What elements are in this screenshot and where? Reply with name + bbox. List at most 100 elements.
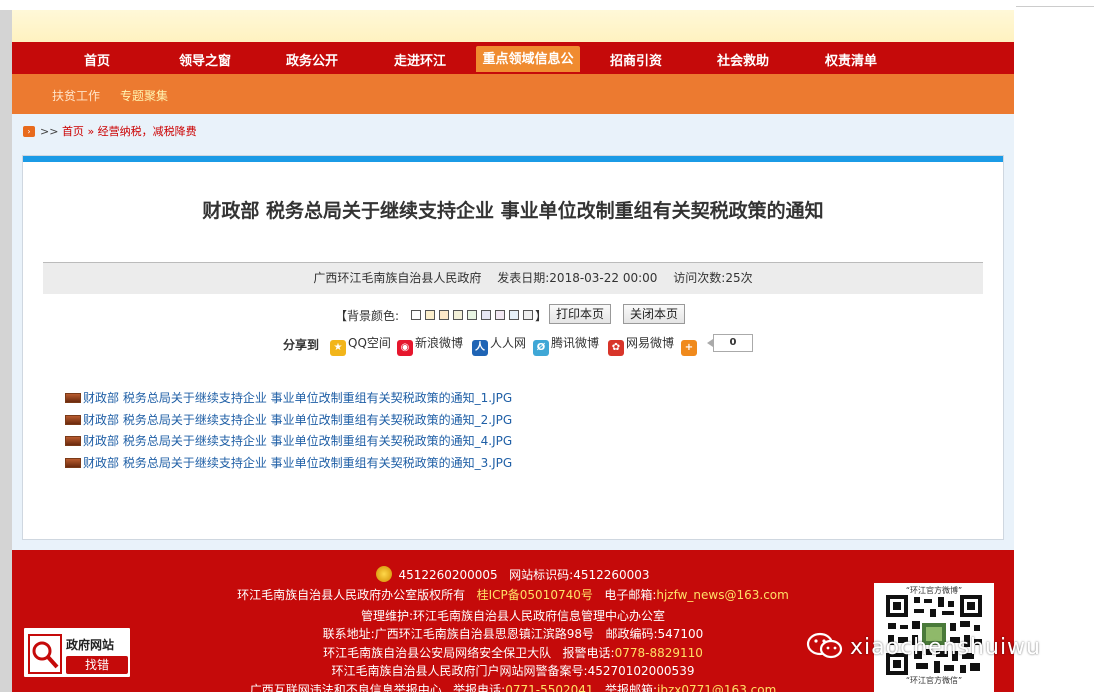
footer-line-2: 环江毛南族自治县人民政府办公室版权所有 桂ICP备05010740号 电子邮箱:… <box>12 586 1014 603</box>
copyright: 环江毛南族自治县人民政府办公室版权所有 <box>237 588 466 602</box>
footer-line-3: 管理维护:环江毛南族自治县人民政府信息管理中心办公室 <box>360 609 666 623</box>
nav-item-about[interactable]: 走进环江 <box>385 46 455 72</box>
image-file-icon <box>65 414 81 425</box>
sub-nav: 扶贫工作 专题聚集 <box>12 74 1014 114</box>
bg-color-swatch[interactable] <box>467 310 477 320</box>
share-weibo[interactable]: ◉ 新浪微博 <box>397 334 464 356</box>
weibo-icon: ◉ <box>397 340 413 356</box>
site-id-label: 网站标识码: <box>509 568 574 582</box>
nav-item-social-aid[interactable]: 社会救助 <box>708 46 778 72</box>
police-record-no: 4512260200005 <box>398 568 498 582</box>
share-tencent-label: 腾讯微博 <box>551 336 600 350</box>
watermark-text: xiaochenshuiwu <box>850 635 1041 660</box>
bg-color-swatch[interactable] <box>439 310 449 320</box>
share-qzone-label: QQ空间 <box>348 336 391 350</box>
close-page-button[interactable]: 关闭本页 <box>623 304 686 324</box>
qr-caption-bottom: “环江官方微信” <box>905 676 963 685</box>
article-panel: 财政部 税务总局关于继续支持企业 事业单位改制重组有关契税政策的通知 广西环江毛… <box>22 155 1004 540</box>
share-netease-weibo[interactable]: ✿ 网易微博 <box>608 334 675 356</box>
page: 首页 领导之窗 政务公开 走进环江 重点领域信息公 招商引资 社会救助 权责清单… <box>0 0 1094 692</box>
email-link[interactable]: hjzfw_news@163.com <box>656 588 788 602</box>
badge-action: 找错 <box>66 656 128 674</box>
nav-item-key-info[interactable]: 重点领域信息公 <box>476 46 580 72</box>
bg-color-swatch[interactable] <box>495 310 505 320</box>
image-file-icon <box>65 393 81 403</box>
attachment-name: 财政部 税务总局关于继续支持企业 事业单位改制重组有关契税政策的通知_1.JPG <box>83 391 513 405</box>
share-counter: 0 <box>707 334 753 352</box>
share-renren[interactable]: 人人人网 <box>472 334 527 356</box>
bg-color-swatch[interactable] <box>481 310 491 320</box>
footer: 4512260200005 网站标识码:4512260003 环江毛南族自治县人… <box>12 550 1014 692</box>
share-qzone[interactable]: ★ QQ空间 <box>330 334 391 356</box>
bg-color-swatch[interactable] <box>411 310 421 320</box>
bg-color-swatch[interactable] <box>453 310 463 320</box>
phone: 0778-8829110 <box>614 646 703 660</box>
bg-color-swatch[interactable] <box>523 310 533 320</box>
gov-site-error-report-badge[interactable]: 政府网站 找错 <box>22 626 132 679</box>
nav-item-home[interactable]: 首页 <box>67 46 127 72</box>
visits-value: 25次 <box>725 271 753 285</box>
article-source: 广西环江毛南族自治县人民政府 <box>313 271 482 285</box>
wechat-watermark: xiaochenshuiwu <box>806 628 1041 668</box>
breadcrumb-bar: › >> 首页 » 经营纳税，减税降费 <box>12 114 1014 144</box>
address: 联系地址:广西环江毛南族自治县思恩镇江滨路98号 <box>322 627 594 641</box>
site-id: 4512260003 <box>573 568 650 582</box>
attachment-name: 财政部 税务总局关于继续支持企业 事业单位改制重组有关契税政策的通知_2.JPG <box>83 412 513 427</box>
bg-color-swatch[interactable] <box>509 310 519 320</box>
page-tools: 【背景颜色: 】 打印本页 关闭本页 <box>23 304 1003 326</box>
main-nav: 首页 领导之窗 政务公开 走进环江 重点领域信息公 招商引资 社会救助 权责清单 <box>12 42 1014 74</box>
subnav-item-topics[interactable]: 专题聚集 <box>120 87 168 104</box>
report-email[interactable]: jbzx0771@163.com <box>657 683 776 692</box>
wechat-icon <box>806 632 843 659</box>
share-renren-label: 人人网 <box>490 336 527 350</box>
plus-icon: + <box>681 340 697 356</box>
breadcrumb-prefix: >> <box>40 125 59 138</box>
renren-icon: 人 <box>472 340 488 356</box>
header-banner <box>12 10 1014 42</box>
police-emblem-icon <box>376 566 393 582</box>
share-label: 分享到 <box>283 338 320 352</box>
attachment-link[interactable]: 财政部 税务总局关于继续支持企业 事业单位改制重组有关契税政策的通知_3.JPG <box>65 453 512 475</box>
attachment-link[interactable]: 财政部 税务总局关于继续支持企业 事业单位改制重组有关契税政策的通知_1.JPG <box>65 388 512 410</box>
bg-color-swatch[interactable] <box>425 310 435 320</box>
right-background <box>1014 10 1094 550</box>
postcode-label: 邮政编码: <box>605 627 658 641</box>
top-strip <box>0 0 1094 10</box>
netease-weibo-icon: ✿ <box>608 340 624 356</box>
nav-item-responsibility[interactable]: 权责清单 <box>816 46 886 72</box>
share-tencent-weibo[interactable]: Ø 腾讯微博 <box>533 334 600 356</box>
report-phone: 0771-5502041 <box>505 683 594 692</box>
icp-link[interactable]: 桂ICP备05010740号 <box>477 588 593 602</box>
subnav-item-poverty[interactable]: 扶贫工作 <box>52 87 100 104</box>
report-center: 广西互联网违法和不良信息举报中心 <box>249 683 442 692</box>
attachment-name: 财政部 税务总局关于继续支持企业 事业单位改制重组有关契税政策的通知_4.JPG <box>83 434 513 449</box>
attachment-name: 财政部 税务总局关于继续支持企业 事业单位改制重组有关契税政策的通知_3.JPG <box>83 455 513 470</box>
bg-color-label: 【背景颜色: <box>335 309 400 323</box>
police-unit: 环江毛南族自治县公安局网络安全保卫大队 <box>323 646 552 660</box>
date-value: 2018-03-22 00:00 <box>549 271 658 285</box>
image-file-icon <box>65 457 81 468</box>
share-netease-label: 网易微博 <box>626 336 675 350</box>
attachment-link[interactable]: 财政部 税务总局关于继续支持企业 事业单位改制重组有关契税政策的通知_2.JPG <box>65 410 512 432</box>
nav-item-investment[interactable]: 招商引资 <box>601 46 671 72</box>
share-more[interactable]: + <box>681 334 699 356</box>
article-date: 发表日期:2018-03-22 00:00 <box>497 271 657 285</box>
image-file-icon <box>65 436 81 447</box>
report-email-label: 举报邮箱: <box>604 683 658 692</box>
breadcrumb-separator: » <box>87 125 95 138</box>
nav-item-leaders[interactable]: 领导之窗 <box>170 46 240 72</box>
report-phone-label: 举报电话: <box>453 683 506 692</box>
panel-top-bar <box>23 156 1003 162</box>
nav-item-gov-affairs[interactable]: 政务公开 <box>277 46 347 72</box>
breadcrumb-home-link[interactable]: 首页 <box>62 125 84 138</box>
print-button[interactable]: 打印本页 <box>549 304 612 324</box>
attachment-list: 财政部 税务总局关于继续支持企业 事业单位改制重组有关契税政策的通知_1.JPG… <box>65 388 512 474</box>
share-weibo-label: 新浪微博 <box>415 336 464 350</box>
breadcrumb: >> 首页 » 经营纳税，减税降费 <box>40 123 197 139</box>
date-label: 发表日期: <box>497 271 550 285</box>
arrow-icon: › <box>23 126 35 137</box>
tencent-weibo-icon: Ø <box>533 340 549 356</box>
attachment-link[interactable]: 财政部 税务总局关于继续支持企业 事业单位改制重组有关契税政策的通知_4.JPG <box>65 431 512 453</box>
breadcrumb-current-link[interactable]: 经营纳税，减税降费 <box>98 125 197 138</box>
footer-line-7: 广西互联网违法和不良信息举报中心 举报电话:0771-5502041 举报邮箱:… <box>12 681 1014 692</box>
